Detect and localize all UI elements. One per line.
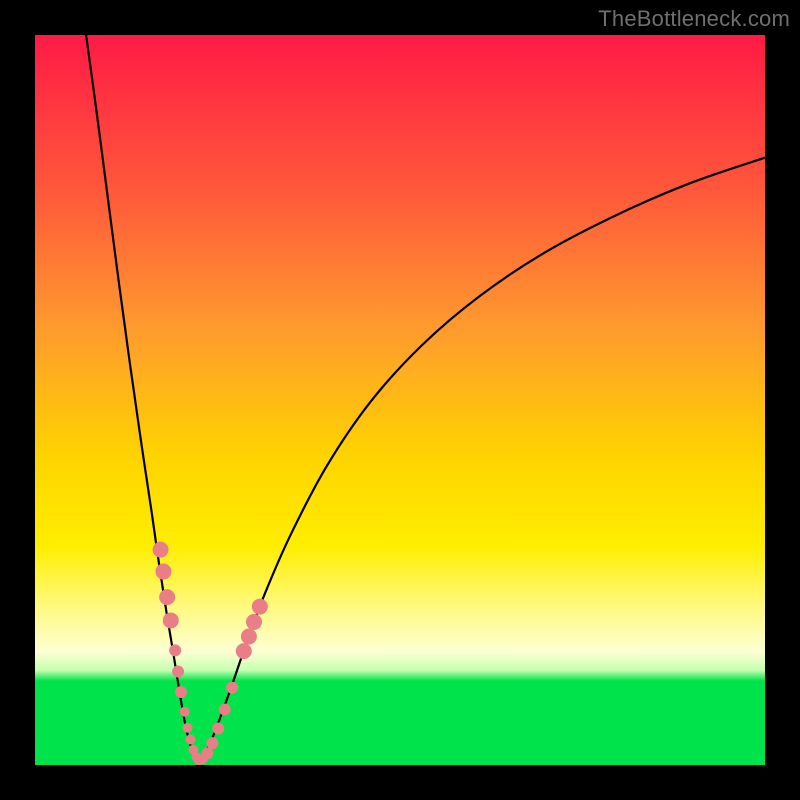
curve-lines <box>86 35 765 761</box>
marker-dot <box>159 589 175 605</box>
bottleneck-curve-plot <box>35 35 765 765</box>
curve-left-arm <box>86 35 198 761</box>
marker-dot <box>185 734 195 744</box>
chart-frame <box>35 35 765 765</box>
marker-dot <box>169 644 181 656</box>
watermark-text: TheBottleneck.com <box>598 6 790 32</box>
marker-dot <box>246 614 262 630</box>
marker-dot <box>219 704 231 716</box>
curve-right-arm <box>198 158 765 761</box>
marker-dot <box>226 682 238 694</box>
marker-dot <box>155 564 171 580</box>
highlight-markers <box>153 542 268 765</box>
marker-dot <box>172 666 184 678</box>
marker-dot <box>183 723 193 733</box>
marker-dot <box>180 707 190 717</box>
marker-dot <box>241 629 257 645</box>
marker-dot <box>206 737 218 749</box>
marker-dot <box>212 723 224 735</box>
marker-dot <box>163 612 179 628</box>
marker-dot <box>252 599 268 615</box>
marker-dot <box>201 747 213 759</box>
marker-dot <box>175 686 187 698</box>
marker-dot <box>236 643 252 659</box>
marker-dot <box>153 542 169 558</box>
